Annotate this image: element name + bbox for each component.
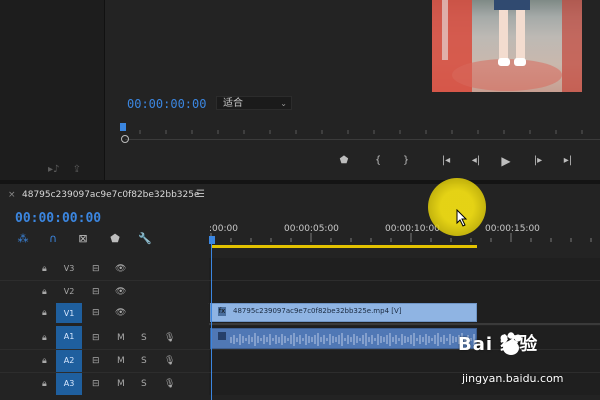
- audio-waveform: [230, 333, 475, 346]
- step-forward-icon[interactable]: |▸: [530, 152, 546, 170]
- track-name-v2[interactable]: V2: [56, 284, 82, 300]
- eye-icon[interactable]: 👁︎: [115, 287, 126, 297]
- eye-icon[interactable]: 👁︎: [115, 308, 126, 318]
- track-area-a2[interactable]: [209, 350, 600, 372]
- program-video-frame: [432, 0, 582, 92]
- lock-icon[interactable]: 🔒︎: [42, 308, 47, 318]
- solo-button[interactable]: S: [141, 356, 147, 366]
- sync-lock-icon[interactable]: ⊟: [92, 333, 100, 343]
- baidu-paw-logo: [500, 332, 522, 355]
- track-area-v2[interactable]: [209, 281, 600, 303]
- track-area-v3[interactable]: [209, 258, 600, 280]
- sync-lock-icon[interactable]: ⊟: [92, 264, 100, 274]
- go-to-out-icon[interactable]: ▸|: [560, 152, 576, 170]
- lock-icon[interactable]: 🔒︎: [42, 379, 47, 389]
- sequence-playhead[interactable]: [209, 236, 215, 244]
- track-name-a2[interactable]: A2: [56, 350, 82, 372]
- fx-badge-icon: [218, 332, 226, 340]
- project-panel-icons: ▸♪ ⇪: [48, 164, 81, 175]
- watermark-url: jingyan.baidu.com: [462, 372, 564, 385]
- lock-icon[interactable]: 🔒︎: [42, 264, 47, 274]
- track-name-v1[interactable]: V1: [56, 303, 82, 323]
- mute-button[interactable]: M: [117, 356, 125, 366]
- track-header-a3: 🔒︎ A3 ⊟ M S 🎙︎: [0, 373, 208, 395]
- panel-menu-icon[interactable]: ☰: [196, 189, 205, 200]
- mute-button[interactable]: M: [117, 333, 125, 343]
- sequence-timecode[interactable]: 00:00:00:00: [15, 211, 101, 226]
- playhead-line[interactable]: [211, 244, 212, 400]
- program-mini-ruler[interactable]: [120, 124, 600, 144]
- program-playhead[interactable]: [120, 123, 126, 131]
- video-clip-name: 48795c239097ac9e7c0f82be32bb325e.mp4 [V]: [233, 307, 402, 315]
- add-marker-icon[interactable]: ⬟: [108, 232, 122, 245]
- lock-icon[interactable]: 🔒︎: [42, 287, 47, 297]
- playhead-position-ring[interactable]: [121, 135, 129, 143]
- eye-icon[interactable]: 👁︎: [115, 264, 126, 274]
- lock-icon[interactable]: 🔒︎: [42, 356, 47, 366]
- close-icon[interactable]: ×: [8, 190, 16, 200]
- sequence-tab[interactable]: 48795c239097ac9e7c0f82be32bb325e: [22, 190, 200, 200]
- program-timecode[interactable]: 00:00:00:00: [127, 97, 206, 111]
- go-to-in-icon[interactable]: |◂: [438, 152, 454, 170]
- mouse-cursor-icon: [456, 209, 468, 227]
- mark-out-icon[interactable]: }: [398, 152, 414, 170]
- mark-in-icon[interactable]: {: [370, 152, 386, 170]
- insert-icon[interactable]: ▸♪: [48, 164, 59, 175]
- solo-button[interactable]: S: [141, 379, 147, 389]
- video-preview-image: [432, 0, 582, 92]
- chevron-down-icon: ⌄: [280, 99, 287, 108]
- track-name-a3[interactable]: A3: [56, 373, 82, 395]
- nest-sequence-icon[interactable]: ⁂: [16, 232, 30, 245]
- sync-lock-icon[interactable]: ⊟: [92, 379, 100, 389]
- audio-clip[interactable]: [210, 328, 477, 349]
- wrench-icon[interactable]: 🔧: [138, 232, 152, 245]
- sync-lock-icon[interactable]: ⊟: [92, 287, 100, 297]
- track-row-v3: 🔒︎ V3 ⊟ 👁︎: [0, 258, 600, 280]
- play-icon[interactable]: ▶: [498, 152, 514, 170]
- track-header-v1: 🔒︎ V1 ⊟ 👁︎: [0, 303, 208, 323]
- lock-icon[interactable]: 🔒︎: [42, 333, 47, 343]
- microphone-icon[interactable]: 🎙︎: [164, 333, 175, 343]
- add-marker-icon[interactable]: ⬟: [336, 152, 352, 170]
- track-header-v2: 🔒︎ V2 ⊟ 👁︎: [0, 281, 208, 303]
- track-name-v3[interactable]: V3: [56, 261, 82, 277]
- fit-zoom-value: 适合: [223, 98, 243, 109]
- mini-ruler-ticks: [139, 130, 583, 134]
- track-row-v2: 🔒︎ V2 ⊟ 👁︎: [0, 281, 600, 303]
- export-icon[interactable]: ⇪: [73, 164, 81, 175]
- video-clip[interactable]: fx 48795c239097ac9e7c0f82be32bb325e.mp4 …: [210, 303, 477, 322]
- mute-button[interactable]: M: [117, 379, 125, 389]
- track-header-a2: 🔒︎ A2 ⊟ M S 🎙︎: [0, 350, 208, 372]
- video-audio-divider[interactable]: [209, 323, 600, 325]
- sync-lock-icon[interactable]: ⊟: [92, 308, 100, 318]
- project-panel: [0, 0, 105, 180]
- sync-lock-icon[interactable]: ⊟: [92, 356, 100, 366]
- transport-controls: ⬟ { } |◂ ◂| ▶ |▸ ▸|: [330, 152, 590, 170]
- microphone-icon[interactable]: 🎙︎: [164, 379, 175, 389]
- track-header-a1: 🔒︎ A1 ⊟ M S 🎙︎: [0, 326, 208, 349]
- linked-selection-icon[interactable]: ⊠: [76, 232, 90, 245]
- track-header-v3: 🔒︎ V3 ⊟ 👁︎: [0, 258, 208, 280]
- fit-zoom-select[interactable]: 适合 ⌄: [216, 96, 292, 110]
- step-back-icon[interactable]: ◂|: [468, 152, 484, 170]
- solo-button[interactable]: S: [141, 333, 147, 343]
- work-area-bar[interactable]: [211, 245, 477, 248]
- cursor-highlight: [428, 178, 486, 236]
- fx-badge-icon: fx: [218, 307, 226, 316]
- snap-magnet-icon[interactable]: ∩: [46, 232, 60, 245]
- track-name-a1[interactable]: A1: [56, 326, 82, 349]
- microphone-icon[interactable]: 🎙︎: [164, 356, 175, 366]
